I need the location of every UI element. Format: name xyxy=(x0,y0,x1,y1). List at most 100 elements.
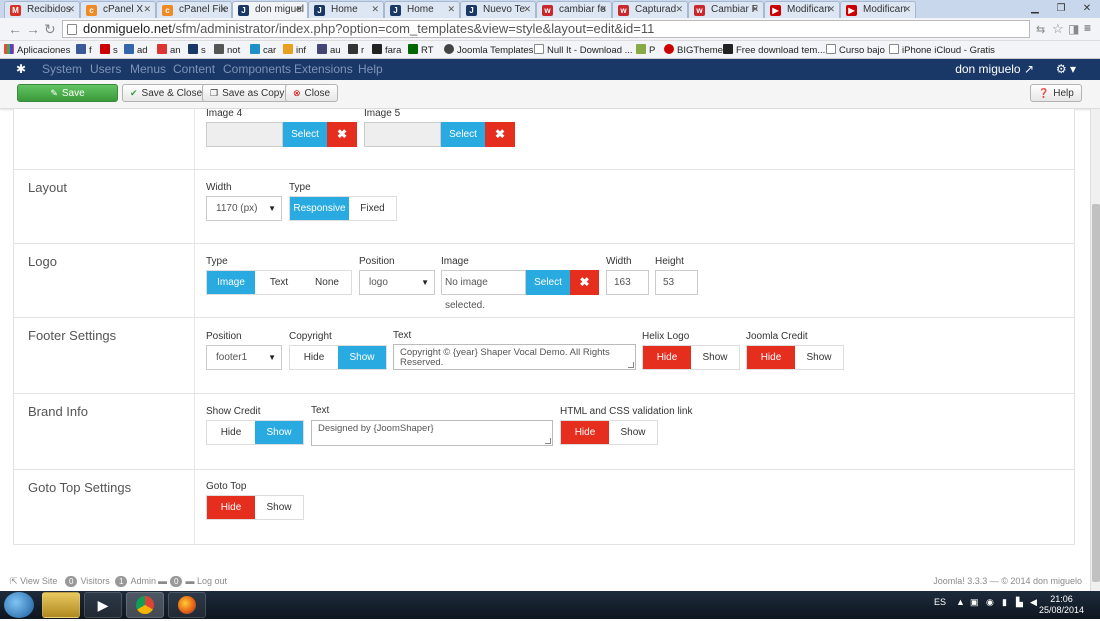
start-button-icon[interactable] xyxy=(4,592,34,618)
menu-content[interactable]: Content xyxy=(173,62,215,76)
copyright-hide[interactable]: Hide xyxy=(290,346,338,369)
star-icon[interactable]: ☆ xyxy=(1052,21,1064,37)
menu-components[interactable]: Components xyxy=(223,62,291,76)
close-tab-icon[interactable]: ✕ xyxy=(67,4,75,15)
browser-tab[interactable]: ▶ Modifican ✕ xyxy=(840,1,916,18)
close-tab-icon[interactable]: ✕ xyxy=(219,4,227,15)
logo-height-input[interactable]: 53 xyxy=(655,270,698,295)
bookmark[interactable]: s xyxy=(100,44,118,56)
logo-type-image[interactable]: Image xyxy=(207,271,255,294)
helix-logo-show[interactable]: Show xyxy=(691,346,739,369)
browser-tab-active[interactable]: Jdon miguel ✕ xyxy=(232,1,308,18)
logo-image-clear-icon[interactable]: ✖ xyxy=(570,270,599,295)
page-scrollbar[interactable] xyxy=(1090,109,1100,591)
help-button[interactable]: ❓ Help xyxy=(1030,84,1082,102)
close-tab-icon[interactable]: ✕ xyxy=(827,4,835,15)
bookmark[interactable]: car xyxy=(250,44,276,56)
close-tab-icon[interactable]: ✕ xyxy=(371,4,379,15)
chrome-icon[interactable] xyxy=(126,592,164,618)
tray-app-icon[interactable]: ◉ xyxy=(986,597,994,608)
close-window-icon[interactable]: ✕ xyxy=(1074,0,1100,18)
bookmark-apps[interactable]: Aplicaciones xyxy=(4,44,70,56)
minimize-icon[interactable]: ▁ xyxy=(1022,0,1048,18)
back-icon[interactable]: ← xyxy=(8,21,22,37)
image5-clear-icon[interactable]: ✖ xyxy=(485,122,515,147)
logo-type-none[interactable]: None xyxy=(303,271,351,294)
footer-position-select[interactable]: footer1 ▼ xyxy=(206,345,282,370)
joomla-logo-icon[interactable]: ✱ xyxy=(16,62,26,76)
gototop-hide[interactable]: Hide xyxy=(207,496,255,519)
layout-width-select[interactable]: 1170 (px) ▼ xyxy=(206,196,282,221)
extension-icon[interactable]: ◨ xyxy=(1068,22,1079,36)
browser-tab[interactable]: w Cambiar F ✕ xyxy=(688,1,764,18)
close-tab-icon[interactable]: ✕ xyxy=(447,4,455,15)
show-credit-hide[interactable]: Hide xyxy=(207,421,255,444)
logo-image-field[interactable]: No image selected. xyxy=(441,270,526,311)
url-input[interactable]: donmiguelo.net/sfm/administrator/index.p… xyxy=(62,20,1030,38)
validation-show[interactable]: Show xyxy=(609,421,657,444)
logout-link[interactable]: ▬ 0 ▬ Log out xyxy=(158,576,227,587)
save-close-button[interactable]: ✔ Save & Close xyxy=(122,84,211,102)
bookmark[interactable]: BIGTheme xyxy=(664,44,723,56)
maximize-icon[interactable]: ❐ xyxy=(1048,0,1074,18)
firefox-icon[interactable] xyxy=(168,592,206,618)
explorer-icon[interactable] xyxy=(42,592,80,618)
browser-tab[interactable]: w cambiar fo ✕ xyxy=(536,1,612,18)
logo-width-input[interactable]: 163 xyxy=(606,270,649,295)
browser-tab[interactable]: J Home ✕ xyxy=(308,1,384,18)
logo-type-text[interactable]: Text xyxy=(255,271,303,294)
tray-app-icon[interactable]: ▣ xyxy=(970,597,979,608)
bookmark[interactable]: Null It - Download ... xyxy=(534,44,633,56)
logo-position-select[interactable]: logo ▼ xyxy=(359,270,435,295)
close-tab-icon[interactable]: ✕ xyxy=(751,4,759,15)
browser-tab[interactable]: J Nuevo Te ✕ xyxy=(460,1,536,18)
validation-hide[interactable]: Hide xyxy=(561,421,609,444)
close-tab-icon[interactable]: ✕ xyxy=(143,4,151,15)
image4-select-button[interactable]: Select xyxy=(283,122,327,147)
bookmark[interactable]: ad xyxy=(124,44,148,56)
layout-type-responsive[interactable]: Responsive xyxy=(290,197,349,220)
menu-help[interactable]: Help xyxy=(358,62,383,76)
close-button[interactable]: ⊗ Close xyxy=(285,84,339,102)
user-menu[interactable]: don miguelo ↗ xyxy=(955,62,1034,76)
bookmark[interactable]: fara xyxy=(372,44,401,56)
save-button[interactable]: ✎ Save xyxy=(17,84,118,102)
volume-icon[interactable]: ◀ xyxy=(1030,597,1037,608)
menu-extensions[interactable]: Extensions xyxy=(294,62,353,76)
network-icon[interactable]: ▙ xyxy=(1016,597,1023,608)
language-indicator[interactable]: ES xyxy=(934,597,946,607)
image4-field[interactable] xyxy=(206,122,283,147)
browser-tab[interactable]: M Recibidos ✕ xyxy=(4,1,80,18)
gear-icon[interactable]: ⚙ ▾ xyxy=(1056,62,1076,76)
bookmark[interactable]: Joomla Templates xyxy=(444,44,533,56)
browser-tab[interactable]: w Capturad ✕ xyxy=(612,1,688,18)
joomla-credit-hide[interactable]: Hide xyxy=(747,346,795,369)
image5-select-button[interactable]: Select xyxy=(441,122,485,147)
joomla-credit-show[interactable]: Show xyxy=(795,346,843,369)
media-player-icon[interactable]: ▶ xyxy=(84,592,122,618)
bookmark[interactable]: au xyxy=(317,44,341,56)
menu-users[interactable]: Users xyxy=(90,62,121,76)
bookmark[interactable]: an xyxy=(157,44,181,56)
bookmark[interactable]: r xyxy=(348,44,364,56)
tray-arrow-icon[interactable]: ▲ xyxy=(956,597,965,607)
gototop-show[interactable]: Show xyxy=(255,496,303,519)
bookmark[interactable]: P xyxy=(636,44,655,56)
browser-tab[interactable]: J Home ✕ xyxy=(384,1,460,18)
bookmark[interactable]: f xyxy=(76,44,92,56)
close-tab-icon[interactable]: ✕ xyxy=(295,4,303,15)
brand-text-area[interactable]: Designed by {JoomShaper} xyxy=(311,420,553,446)
system-clock[interactable]: 21:06 25/08/2014 xyxy=(1039,594,1084,616)
close-tab-icon[interactable]: ✕ xyxy=(675,4,683,15)
translate-icon[interactable]: ⇆ xyxy=(1036,23,1045,36)
forward-icon[interactable]: → xyxy=(26,21,40,37)
resize-grip-icon[interactable] xyxy=(545,438,551,444)
close-tab-icon[interactable]: ✕ xyxy=(523,4,531,15)
layout-type-fixed[interactable]: Fixed xyxy=(349,197,396,220)
browser-tab[interactable]: c cPanel X ✕ xyxy=(80,1,156,18)
bookmark[interactable]: s xyxy=(188,44,206,56)
menu-icon[interactable]: ≡ xyxy=(1084,21,1091,35)
show-credit-show[interactable]: Show xyxy=(255,421,303,444)
image5-field[interactable] xyxy=(364,122,441,147)
footer-text-area[interactable]: Copyright © {year} Shaper Vocal Demo. Al… xyxy=(393,344,636,370)
